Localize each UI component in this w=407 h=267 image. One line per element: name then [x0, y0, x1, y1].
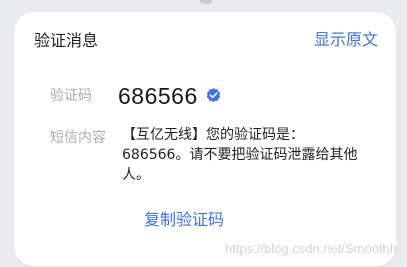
verification-code: 686566 — [118, 83, 198, 109]
sms-content-label: 短信内容 — [50, 130, 106, 146]
copy-code-button[interactable]: 复制验证码 — [144, 209, 224, 231]
verified-badge-icon — [206, 88, 221, 103]
status-notch — [200, 0, 212, 4]
watermark: https://blog.csdn.net/Smoothh — [225, 241, 397, 256]
show-original-button[interactable]: 显示原文 — [314, 29, 378, 51]
card-title: 验证消息 — [34, 31, 99, 50]
code-label: 验证码 — [50, 88, 92, 104]
verification-message-card: 验证消息 显示原文 验证码 686566 短信内容 【互亿无线】您的验证码是：6… — [14, 12, 396, 266]
sms-content-text: 【互亿无线】您的验证码是：686566。请不要把验证码泄露给其他人。 — [122, 127, 358, 183]
